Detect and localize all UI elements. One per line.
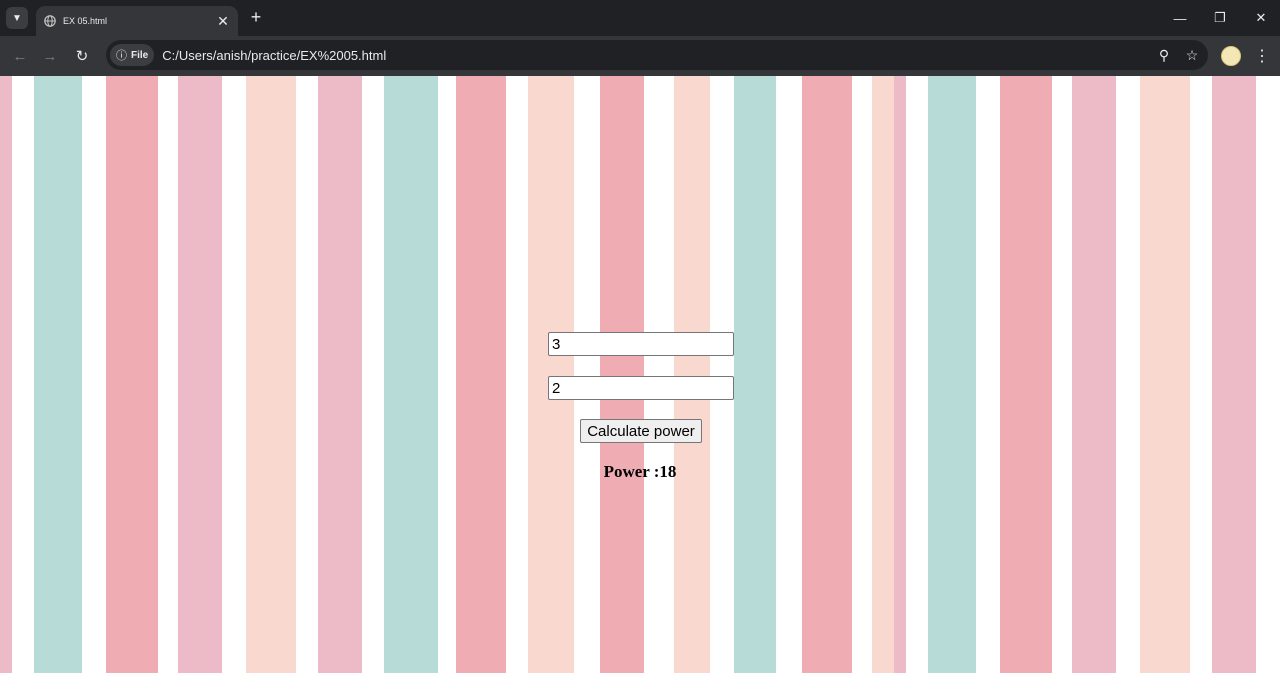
back-icon[interactable]: ←	[8, 44, 32, 68]
power-form: Calculate power Power :18	[0, 76, 1280, 673]
info-icon: ⓘ	[116, 50, 127, 62]
star-icon[interactable]: ☆	[1180, 43, 1204, 67]
window-close-icon[interactable]: ✕	[1251, 8, 1271, 28]
site-info-label: File	[131, 49, 149, 61]
kebab-menu-icon[interactable]: ⋮	[1252, 44, 1272, 68]
exponent-input[interactable]	[548, 376, 734, 400]
address-bar[interactable]: ⓘ File C:/Users/anish/practice/EX%2005.h…	[106, 40, 1208, 70]
calculate-power-button[interactable]: Calculate power	[580, 419, 702, 443]
tab-title: EX 05.html	[63, 16, 108, 26]
tab-active[interactable]: EX 05.html ✕	[36, 6, 238, 36]
tab-search-button[interactable]: ▼	[6, 7, 28, 29]
page-viewport: Calculate power Power :18	[0, 76, 1280, 673]
globe-icon	[44, 15, 56, 27]
tab-strip: ▼ EX 05.html ✕ + — ❐ ✕	[0, 0, 1280, 36]
close-icon[interactable]: ✕	[214, 12, 232, 30]
minimize-icon[interactable]: —	[1170, 8, 1190, 28]
new-tab-button[interactable]: +	[246, 8, 266, 28]
restore-icon[interactable]: ❐	[1210, 8, 1230, 28]
power-result: Power :18	[603, 462, 677, 481]
base-input[interactable]	[548, 332, 734, 356]
forward-icon[interactable]: →	[38, 44, 62, 68]
url-text[interactable]: C:/Users/anish/practice/EX%2005.html	[162, 48, 1152, 63]
browser-toolbar: ← → ↻ ⓘ File C:/Users/anish/practice/EX%…	[0, 36, 1280, 76]
site-info-chip[interactable]: ⓘ File	[110, 44, 155, 66]
zoom-icon[interactable]: ⚲	[1152, 43, 1176, 67]
reload-icon[interactable]: ↻	[70, 44, 94, 68]
chevron-down-icon: ▼	[12, 12, 22, 24]
profile-avatar[interactable]	[1221, 46, 1241, 66]
